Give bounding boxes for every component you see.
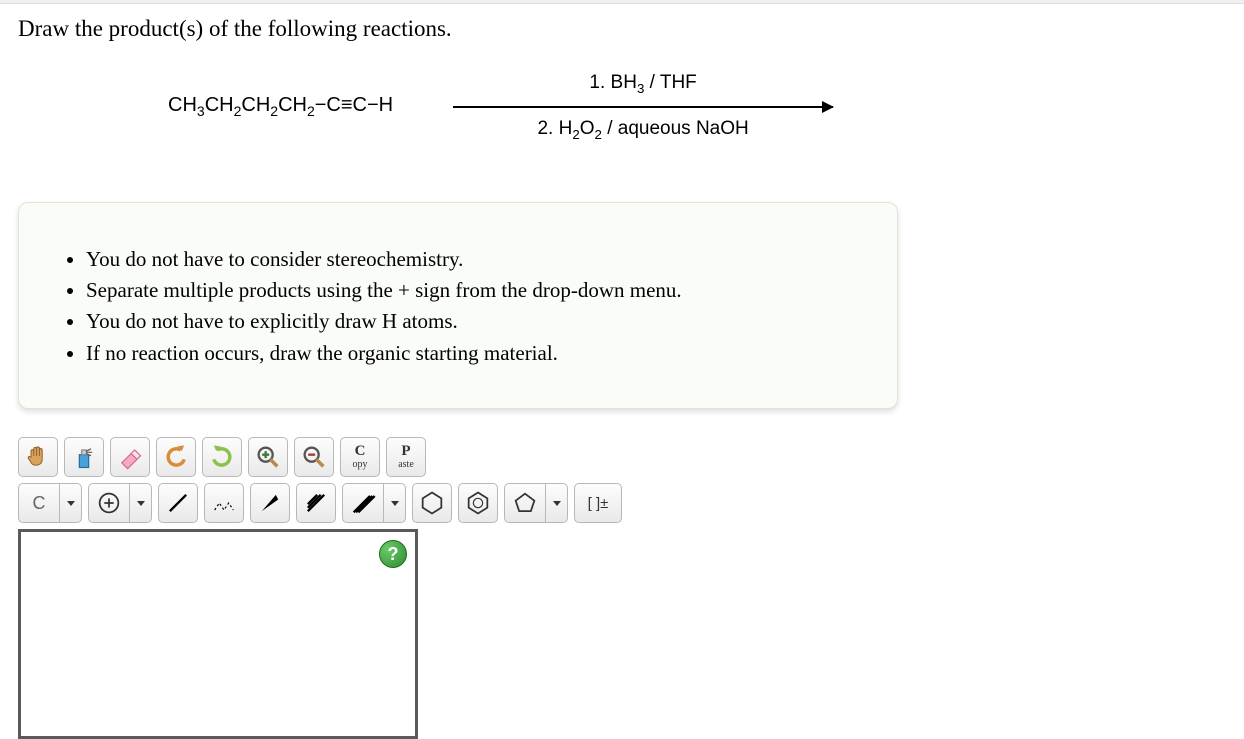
chevron-down-icon xyxy=(67,501,75,506)
instruction-item: Separate multiple products using the + s… xyxy=(86,276,852,305)
reagent-step-2: 2. H2O2 / aqueous NaOH xyxy=(537,118,748,142)
multi-bond-button[interactable] xyxy=(342,483,384,523)
charge-plus-icon xyxy=(95,489,123,517)
hexagon-icon xyxy=(418,489,446,517)
instructions-panel: You do not have to consider stereochemis… xyxy=(18,202,898,410)
reaction-scheme: CH3CH2CH2CH2−C≡C−H 1. BH3 / THF 2. H2O2 … xyxy=(0,62,1244,182)
chain-icon xyxy=(210,489,238,517)
zoom-in-icon xyxy=(254,443,282,471)
element-picker-dropdown[interactable] xyxy=(60,483,82,523)
instruction-item: If no reaction occurs, draw the organic … xyxy=(86,339,852,368)
undo-button[interactable] xyxy=(156,437,196,477)
chevron-down-icon xyxy=(137,501,145,506)
single-bond-button[interactable] xyxy=(158,483,198,523)
undo-icon xyxy=(162,443,190,471)
reaction-arrow-section: 1. BH3 / THF 2. H2O2 / aqueous NaOH xyxy=(453,72,833,142)
hand-icon xyxy=(24,443,52,471)
spray-icon xyxy=(70,443,98,471)
chain-bond-button[interactable] xyxy=(204,483,244,523)
eraser-icon xyxy=(116,443,144,471)
structure-editor: C opy P aste C xyxy=(18,437,622,739)
zoom-out-icon xyxy=(300,443,328,471)
copy-button[interactable]: C opy xyxy=(340,437,380,477)
wedge-hash-icon xyxy=(302,489,330,517)
charge-button[interactable] xyxy=(88,483,130,523)
copy-label-bottom: opy xyxy=(353,460,368,470)
paste-button[interactable]: P aste xyxy=(386,437,426,477)
toolbar-row-1: C opy P aste xyxy=(18,437,622,477)
reactant-formula: CH3CH2CH2CH2−C≡C−H xyxy=(18,94,393,119)
benzene-button[interactable] xyxy=(458,483,498,523)
ring-dropdown[interactable] xyxy=(546,483,568,523)
multi-bond-dropdown[interactable] xyxy=(384,483,406,523)
element-picker-button[interactable]: C xyxy=(18,483,60,523)
paste-label-bottom: aste xyxy=(398,460,414,470)
paste-label-top: P xyxy=(401,444,410,459)
instruction-item: You do not have to explicitly draw H ato… xyxy=(86,307,852,336)
toolbar-row-2: C xyxy=(18,483,622,523)
chevron-down-icon xyxy=(553,501,561,506)
charge-dropdown[interactable] xyxy=(130,483,152,523)
single-bond-icon xyxy=(164,489,192,517)
question-prompt: Draw the product(s) of the following rea… xyxy=(0,4,1244,62)
bracket-charge-button[interactable]: [ ]± xyxy=(574,483,622,523)
wedge-hash-button[interactable] xyxy=(296,483,336,523)
wedge-solid-button[interactable] xyxy=(250,483,290,523)
multi-bond-icon xyxy=(349,489,377,517)
eraser-button[interactable] xyxy=(110,437,150,477)
redo-button[interactable] xyxy=(202,437,242,477)
reaction-arrow-icon xyxy=(453,106,833,108)
copy-label-top: C xyxy=(355,444,366,459)
drawing-canvas[interactable]: ? xyxy=(18,529,418,739)
cyclohexane-button[interactable] xyxy=(412,483,452,523)
zoom-in-button[interactable] xyxy=(248,437,288,477)
zoom-out-button[interactable] xyxy=(294,437,334,477)
reagent-step-1: 1. BH3 / THF xyxy=(589,72,696,96)
ring-button[interactable] xyxy=(504,483,546,523)
benzene-icon xyxy=(464,489,492,517)
chevron-down-icon xyxy=(391,501,399,506)
hand-tool-button[interactable] xyxy=(18,437,58,477)
pentagon-icon xyxy=(511,489,539,517)
wedge-solid-icon xyxy=(256,489,284,517)
redo-icon xyxy=(208,443,236,471)
bracket-label: [ ]± xyxy=(588,495,609,512)
help-button[interactable]: ? xyxy=(379,540,407,568)
instruction-item: You do not have to consider stereochemis… xyxy=(86,245,852,274)
clear-button[interactable] xyxy=(64,437,104,477)
